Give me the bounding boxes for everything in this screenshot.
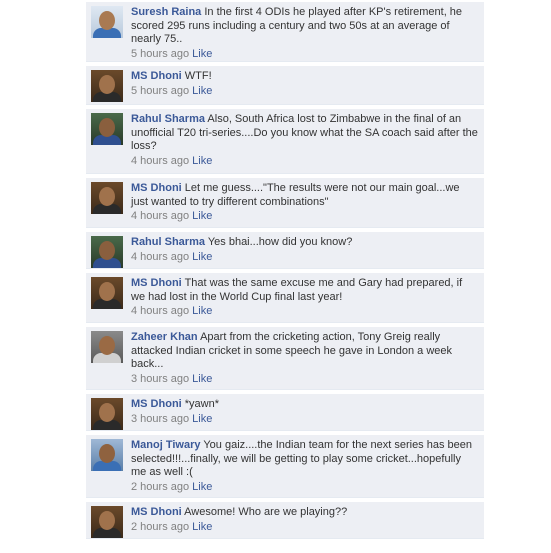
like-link[interactable]: Like — [192, 373, 212, 385]
comment-text: WTF! — [184, 70, 212, 82]
like-link[interactable]: Like — [192, 481, 212, 493]
comment-timestamp: 5 hours ago — [131, 47, 190, 60]
comment-item: Manoj Tiwary You gaiz....the Indian team… — [86, 435, 484, 498]
avatar[interactable] — [91, 113, 123, 145]
comment-item: MS Dhoni Let me guess...."The results we… — [86, 178, 484, 228]
comment-meta: 5 hours ago Like — [131, 85, 478, 99]
comment-meta: 5 hours ago Like — [131, 48, 478, 62]
comment-item: Zaheer Khan Apart from the cricketing ac… — [86, 327, 484, 390]
comment-meta: 4 hours ago Like — [131, 305, 478, 319]
comment-meta: 4 hours ago Like — [131, 251, 478, 265]
commenter-name[interactable]: MS Dhoni — [131, 70, 182, 82]
comment-meta: 4 hours ago Like — [131, 155, 478, 169]
commenter-name[interactable]: Zaheer Khan — [131, 331, 198, 343]
comment-text: *yawn* — [184, 398, 220, 410]
comment-meta: 3 hours ago Like — [131, 373, 478, 387]
commenter-name[interactable]: Rahul Sharma — [131, 113, 205, 125]
comment-meta: 3 hours ago Like — [131, 413, 478, 427]
commenter-name[interactable]: Manoj Tiwary — [131, 439, 200, 451]
comment-item: Suresh Raina In the first 4 ODIs he play… — [86, 2, 484, 62]
commenter-name[interactable]: Rahul Sharma — [131, 236, 205, 248]
comment-meta: 4 hours ago Like — [131, 210, 478, 224]
avatar[interactable] — [91, 236, 123, 268]
commenter-name[interactable]: MS Dhoni — [131, 398, 182, 410]
like-link[interactable]: Like — [192, 413, 212, 425]
comment-timestamp: 4 hours ago — [131, 154, 190, 167]
avatar[interactable] — [91, 6, 123, 38]
comment-text: Yes bhai...how did you know? — [207, 236, 353, 248]
comment-item: Rahul Sharma Yes bhai...how did you know… — [86, 232, 484, 269]
commenter-name[interactable]: MS Dhoni — [131, 277, 182, 289]
avatar[interactable] — [91, 277, 123, 309]
commenter-name[interactable]: MS Dhoni — [131, 506, 182, 518]
commenter-name[interactable]: MS Dhoni — [131, 182, 182, 194]
avatar[interactable] — [91, 182, 123, 214]
avatar[interactable] — [91, 331, 123, 363]
avatar[interactable] — [91, 70, 123, 102]
comment-thread: Suresh Raina In the first 4 ODIs he play… — [86, 0, 484, 543]
comment-timestamp: 4 hours ago — [131, 210, 190, 222]
comment-timestamp: 4 hours ago — [131, 305, 190, 317]
comment-timestamp: 2 hours ago — [131, 480, 190, 493]
comment-meta: 2 hours ago Like — [131, 481, 478, 495]
avatar[interactable] — [91, 398, 123, 430]
comment-timestamp: 4 hours ago — [131, 250, 190, 263]
avatar[interactable] — [91, 506, 123, 538]
like-link[interactable]: Like — [192, 251, 212, 263]
comment-item: Rahul Sharma Also, South Africa lost to … — [86, 109, 484, 174]
comment-timestamp: 3 hours ago — [131, 412, 190, 425]
comment-meta: 2 hours ago Like — [131, 521, 478, 535]
comment-item: MS Dhoni That was the same excuse me and… — [86, 273, 484, 323]
comment-text: Awesome! Who are we playing?? — [184, 506, 348, 518]
like-link[interactable]: Like — [192, 305, 212, 317]
like-link[interactable]: Like — [192, 155, 212, 167]
comment-item: MS Dhoni Awesome! Who are we playing?? 2… — [86, 502, 484, 539]
comment-timestamp: 3 hours ago — [131, 372, 190, 385]
comment-timestamp: 5 hours ago — [131, 84, 190, 97]
comment-item: MS Dhoni WTF! 5 hours ago Like — [86, 66, 484, 105]
comment-item: MS Dhoni *yawn* 3 hours ago Like — [86, 394, 484, 431]
commenter-name[interactable]: Suresh Raina — [131, 6, 201, 18]
comment-timestamp: 2 hours ago — [131, 520, 190, 533]
like-link[interactable]: Like — [192, 85, 212, 97]
like-link[interactable]: Like — [192, 521, 212, 533]
like-link[interactable]: Like — [192, 210, 212, 222]
avatar[interactable] — [91, 439, 123, 471]
like-link[interactable]: Like — [192, 48, 212, 60]
